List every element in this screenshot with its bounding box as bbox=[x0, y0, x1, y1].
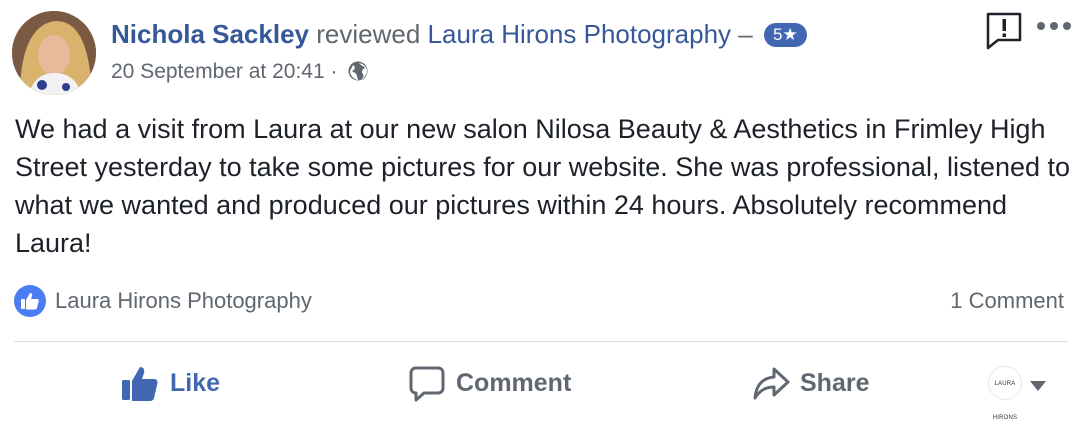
report-flag-icon bbox=[986, 12, 1022, 50]
like-button[interactable]: Like bbox=[120, 360, 220, 406]
review-body: We had a visit from Laura at our new sal… bbox=[15, 114, 1071, 258]
like-label: Like bbox=[170, 368, 221, 397]
like-reaction-icon bbox=[14, 285, 46, 317]
avatar-photo bbox=[12, 11, 96, 95]
comment-button[interactable]: Comment bbox=[408, 360, 571, 406]
divider bbox=[14, 341, 1068, 342]
share-label: Share bbox=[800, 368, 870, 397]
author-avatar[interactable] bbox=[12, 11, 96, 95]
chevron-down-icon bbox=[1030, 381, 1046, 391]
thumbs-up-icon bbox=[122, 367, 158, 401]
reaction-names-link[interactable]: Laura Hirons Photography bbox=[55, 285, 312, 317]
share-button[interactable]: Share bbox=[752, 360, 869, 406]
page-voice-avatar[interactable]: LAURA HIRONS bbox=[988, 366, 1022, 421]
page-name-link[interactable]: Laura Hirons Photography bbox=[428, 19, 732, 49]
voice-selector-caret[interactable] bbox=[1030, 378, 1046, 391]
meta-separator: · bbox=[330, 60, 338, 83]
more-options-button[interactable] bbox=[1036, 16, 1072, 36]
comment-count-link[interactable]: 1 Comment bbox=[950, 285, 1064, 317]
comment-bubble-icon bbox=[409, 366, 445, 402]
post-timestamp-link[interactable]: 20 September at 20:41 bbox=[111, 60, 325, 83]
report-review-button[interactable] bbox=[984, 10, 1024, 50]
globe-icon[interactable] bbox=[347, 60, 369, 90]
author-name-link[interactable]: Nichola Sackley bbox=[111, 19, 309, 49]
post-meta: 20 September at 20:41 · bbox=[111, 58, 369, 90]
share-arrow-icon bbox=[753, 367, 790, 400]
header-dash: – bbox=[731, 19, 753, 49]
more-dots-icon bbox=[1037, 22, 1071, 30]
post-header: Nichola Sackley reviewed Laura Hirons Ph… bbox=[111, 17, 807, 51]
rating-badge: 5★ bbox=[763, 23, 807, 47]
review-verb: reviewed bbox=[316, 19, 421, 49]
comment-label: Comment bbox=[456, 368, 572, 397]
